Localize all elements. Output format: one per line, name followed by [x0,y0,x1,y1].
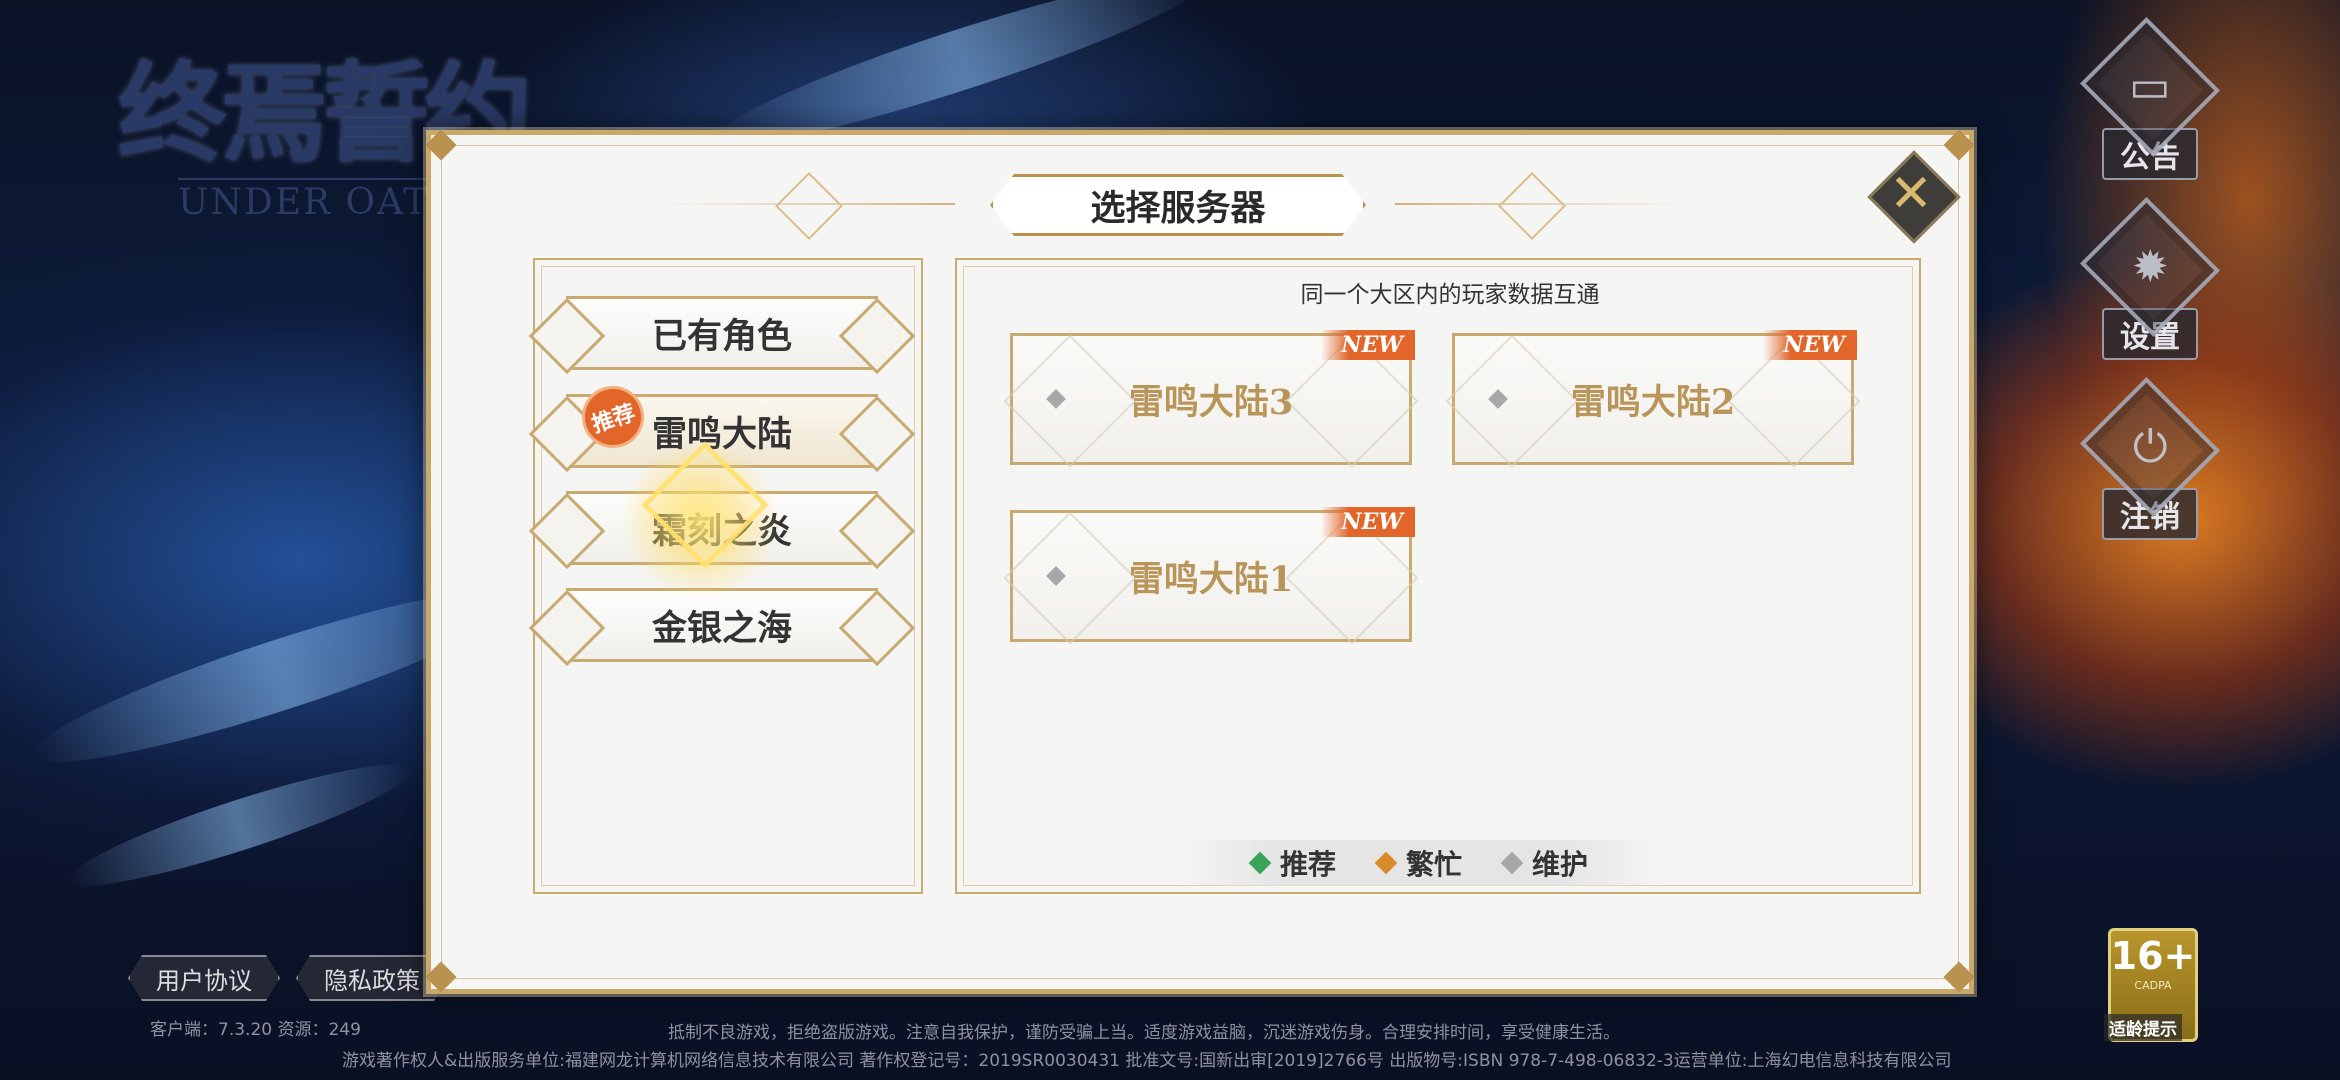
new-badge: NEW [1763,330,1857,360]
gear-icon: ✹ [2131,241,2169,292]
user-agreement-button[interactable]: 用户协议 [128,955,280,1001]
legend-busy: 繁忙 [1374,843,1462,883]
legend-recommended: 推荐 [1248,843,1336,883]
background-streak [61,745,419,905]
close-button[interactable]: ✕ [1867,150,1961,244]
age-rating-org: CADPA [2134,979,2172,992]
server-card[interactable]: 雷鸣大陆3 NEW [1003,330,1419,468]
age-rating: 16+ [2110,934,2196,978]
new-badge: NEW [1321,507,1415,537]
settings-button[interactable]: ✹ 设置 [2079,196,2221,360]
server-card[interactable]: 雷鸣大陆2 NEW [1445,330,1861,468]
age-rating-label: 适龄提示 [2104,1014,2182,1041]
status-legend: 推荐 繁忙 维护 [1180,840,1660,886]
server-card[interactable]: 雷鸣大陆1 NEW [1003,507,1419,645]
logo-title-en: UNDER OATH [178,178,463,223]
legend-maintenance: 维护 [1500,843,1588,883]
busy-dot-icon [1374,851,1398,875]
tab-region-jinyin[interactable]: 金银之海 [566,588,878,662]
maintenance-dot-icon [1500,851,1524,875]
login-screen: 终焉誓约 UNDER OATH ▭ 公告 ✹ 设置 ⏻ 注销 用户协议 隐私政策… [0,0,2340,1080]
notice-button[interactable]: ▭ 公告 [2079,16,2221,180]
new-badge: NEW [1321,330,1415,360]
region-hint: 同一个大区内的玩家数据互通 [1300,282,1600,308]
copyright-notice: 游戏著作权人&出版服务单位:福建网龙计算机网络信息技术有限公司 著作权登记号：2… [342,1051,1952,1071]
version-info: 客户端：7.3.20 资源：249 [150,1020,361,1040]
dialog-title: 选择服务器 [990,174,1366,236]
tab-region-shuangke[interactable]: 霜刻之炎 [566,491,878,565]
notice-icon: ▭ [2129,60,2171,112]
close-icon: ✕ [1889,164,1933,224]
logout-button[interactable]: ⏻ 注销 [2079,376,2221,540]
power-icon: ⏻ [2132,421,2168,472]
recommended-dot-icon [1248,851,1272,875]
tab-existing-characters[interactable]: 已有角色 [566,296,878,370]
health-notice: 抵制不良游戏，拒绝盗版游戏。注意自我保护，谨防受骗上当。适度游戏益脑，沉迷游戏伤… [668,1023,1620,1043]
